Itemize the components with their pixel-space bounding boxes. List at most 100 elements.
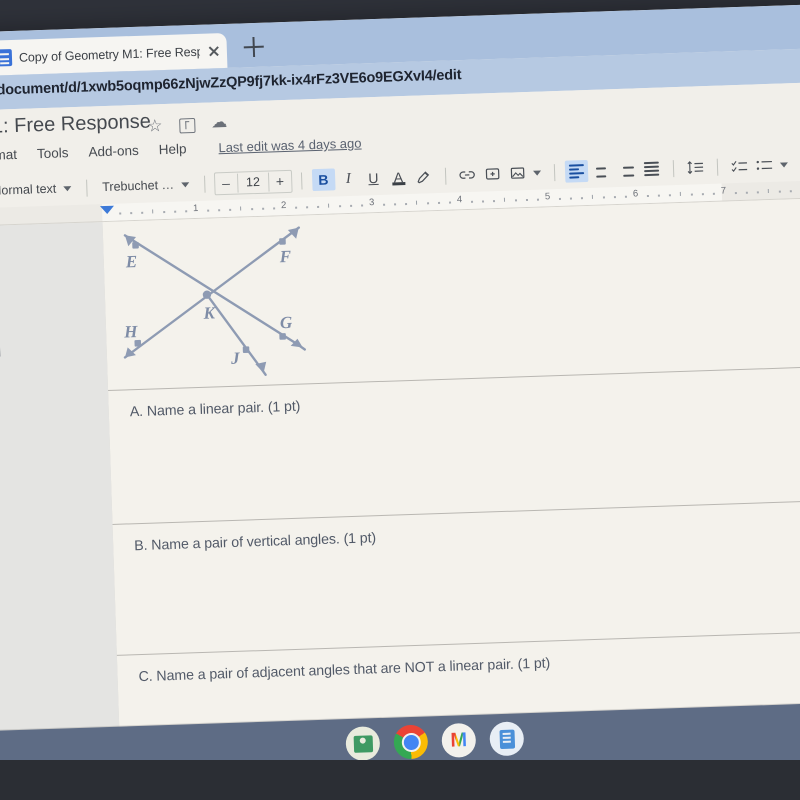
bulleted-list-button[interactable]	[752, 154, 776, 177]
highlight-pen-icon[interactable]	[412, 165, 436, 188]
bold-button[interactable]: B	[311, 168, 336, 192]
ruler-tick	[328, 203, 330, 208]
ruler-dot	[383, 203, 385, 206]
toolbar-divider	[716, 158, 718, 176]
ruler-dot	[339, 205, 341, 207]
ruler-dot	[613, 196, 616, 198]
align-center-icon	[594, 163, 609, 178]
ruler-dot	[525, 199, 528, 201]
ruler-dot	[361, 204, 363, 207]
diagram-label-K: K	[202, 303, 217, 322]
menu-format[interactable]: Format	[0, 147, 17, 163]
gmail-icon[interactable]	[441, 722, 477, 758]
ruler-number: 6	[632, 188, 639, 200]
underline-button[interactable]: U	[362, 167, 386, 190]
ruler-dot	[405, 203, 407, 205]
cloud-saved-icon[interactable]: ☁	[211, 114, 228, 132]
diagram-label-H: H	[123, 322, 139, 341]
bulleted-list-dropdown[interactable]	[777, 153, 791, 175]
align-justify-icon	[643, 162, 659, 176]
insert-image-dropdown[interactable]	[530, 161, 544, 183]
google-chrome-icon[interactable]	[393, 724, 429, 760]
chromebook-screen: Copy of Geometry M1: Free Resp m/documen…	[0, 3, 800, 763]
ruler-dot	[536, 198, 539, 201]
ruler-dot	[185, 210, 187, 212]
indent-marker[interactable]	[99, 205, 115, 215]
ruler-tick	[503, 197, 506, 202]
menu-tools[interactable]: Tools	[37, 145, 69, 161]
ruler-dot	[262, 207, 264, 210]
google-docs-icon[interactable]	[489, 721, 525, 757]
move-to-folder-icon[interactable]	[179, 117, 196, 134]
link-icon[interactable]	[455, 164, 479, 187]
question-b-text: B. Name a pair of vertical angles. (1 pt…	[133, 530, 377, 555]
text-color-button[interactable]: A	[387, 166, 411, 189]
align-right-button[interactable]	[614, 158, 638, 181]
table-row[interactable]: A. Name a linear pair. (1 pt)	[102, 363, 800, 525]
chevron-down-icon	[180, 181, 190, 187]
ruler-dot	[734, 192, 737, 194]
ruler-dot	[778, 190, 781, 193]
docs-favicon-icon	[0, 49, 13, 67]
font-size-value[interactable]: 12	[238, 172, 269, 192]
font-size-increase-button[interactable]: +	[267, 171, 292, 192]
font-family-label: Trebuchet …	[102, 177, 175, 195]
google-classroom-icon[interactable]	[345, 726, 381, 762]
align-left-button[interactable]	[564, 159, 589, 183]
ruler-dot	[119, 212, 121, 215]
paragraph-style-dropdown[interactable]: Normal text	[0, 178, 78, 201]
align-right-icon	[619, 162, 634, 177]
font-family-dropdown[interactable]: Trebuchet …	[96, 174, 195, 197]
line-spacing-button[interactable]	[683, 156, 707, 179]
intersecting-lines-diagram: E F H G J K	[123, 226, 307, 376]
align-justify-button[interactable]	[639, 158, 663, 181]
align-center-button[interactable]	[589, 159, 613, 182]
document-title[interactable]: M1: Free Response	[0, 110, 151, 139]
screen-bezel-bottom	[0, 760, 800, 800]
ruler-number: 7	[720, 185, 727, 197]
question-c-text: C. Name a pair of adjacent angles that a…	[138, 655, 551, 686]
ruler-dot	[218, 209, 220, 211]
close-icon[interactable]	[207, 44, 221, 58]
ruler-dot	[427, 202, 429, 204]
diagram-label-F: F	[278, 247, 292, 266]
paragraph-style-label: Normal text	[0, 181, 57, 198]
ruler-dot	[514, 199, 517, 201]
document-page[interactable]: E F H G J K A. Name a linear pair. (1 pt…	[102, 197, 800, 758]
font-size-decrease-button[interactable]: –	[214, 173, 239, 193]
ruler-dot	[394, 203, 396, 205]
ruler-dot	[130, 212, 132, 214]
diagram-label-G: G	[280, 313, 294, 332]
toolbar-divider	[444, 167, 447, 185]
font-size-stepper[interactable]: – 12 +	[213, 169, 293, 195]
ruler-dot	[306, 206, 308, 208]
chevron-down-icon	[780, 161, 789, 168]
chevron-down-icon	[533, 170, 542, 176]
new-tab-button[interactable]	[243, 37, 264, 58]
ruler-dot	[701, 193, 704, 195]
menu-help[interactable]: Help	[158, 141, 186, 157]
questions-table: A. Name a linear pair. (1 pt) B. Name a …	[102, 363, 800, 726]
question-a-text: A. Name a linear pair. (1 pt)	[129, 398, 301, 421]
ruler-dot	[624, 195, 627, 198]
checklist-button[interactable]	[727, 155, 751, 178]
insert-image-icon[interactable]	[505, 162, 529, 185]
toolbar-divider	[672, 159, 675, 177]
menu-add-ons[interactable]: Add-ons	[88, 143, 139, 160]
ruler-dot	[789, 190, 792, 192]
ruler-tick	[415, 200, 418, 205]
ruler-dot	[668, 194, 671, 196]
left-side-panel: ent will	[0, 222, 122, 763]
ruler-dot	[690, 193, 693, 196]
ruler-dot	[438, 201, 440, 204]
ruler-dot	[745, 191, 748, 194]
star-icon[interactable]: ☆	[147, 116, 163, 135]
ruler-tick	[240, 206, 242, 211]
table-row[interactable]: B. Name a pair of vertical angles. (1 pt…	[102, 497, 800, 656]
add-comment-icon[interactable]	[480, 163, 504, 186]
ruler-dot	[580, 197, 583, 199]
italic-button[interactable]: I	[337, 168, 361, 191]
shelf-app-icons	[345, 721, 525, 762]
ruler-dot	[470, 200, 473, 203]
diagram-label-E: E	[125, 252, 138, 271]
